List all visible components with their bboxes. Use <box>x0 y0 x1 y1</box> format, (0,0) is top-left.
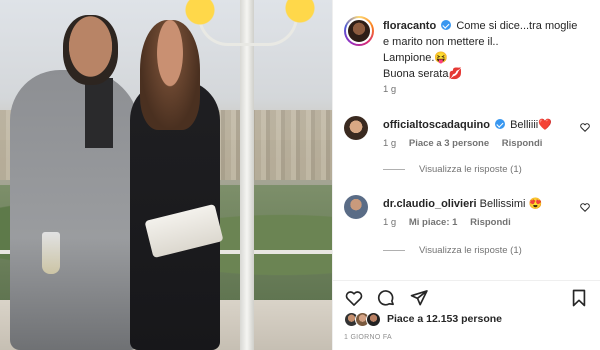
reply-button[interactable]: Rispondi <box>470 217 511 228</box>
comment-like-heart-icon[interactable] <box>579 121 591 133</box>
comment-username[interactable]: officialtoscadaquino <box>383 119 490 131</box>
comment-text: Belliiii <box>510 119 539 131</box>
photo-woman-head <box>140 20 200 130</box>
caption-time: 1 g <box>383 84 397 95</box>
avatar <box>366 312 381 327</box>
comment-username[interactable]: dr.claudio_olivieri <box>383 198 477 210</box>
view-replies-button[interactable]: Visualizza le risposte (1) <box>383 245 522 256</box>
photo-glass <box>42 232 60 274</box>
tongue-emoji: 😝 <box>434 52 449 64</box>
verified-icon <box>441 20 452 30</box>
send-icon[interactable] <box>409 288 429 308</box>
likers-avatars[interactable] <box>344 312 386 328</box>
post-date: 1 GIORNO FA <box>344 334 393 341</box>
photo-man-shirt <box>85 78 113 148</box>
commenter-avatar[interactable] <box>344 116 368 140</box>
replies-divider <box>383 169 405 170</box>
replies-divider <box>383 250 405 251</box>
kiss-emoji: 💋 <box>448 68 463 80</box>
comment-time: 1 g <box>383 217 397 228</box>
comment-meta: 1 g Mi piace: 1 Rispondi <box>383 217 521 228</box>
comment-item: dr.claudio_olivieri Bellissimi 😍 <box>383 196 573 212</box>
comment-likes-link[interactable]: Piace a 3 persone <box>409 138 489 149</box>
comment-icon[interactable] <box>376 288 396 308</box>
post-caption: floracanto Come si dice...tra moglie e m… <box>383 18 593 82</box>
bookmark-icon[interactable] <box>569 288 589 308</box>
view-replies-button[interactable]: Visualizza le risposte (1) <box>383 164 522 175</box>
verified-icon <box>495 119 506 129</box>
photo-lamp-pole <box>240 0 254 350</box>
comment-meta: 1 g Piace a 3 persone Rispondi <box>383 138 552 149</box>
comment-like-heart-icon[interactable] <box>579 201 591 213</box>
caption-line-4: Buona serata <box>383 68 449 80</box>
caption-line-1: Come si dice...tra moglie <box>456 20 578 32</box>
photo-man <box>10 70 140 350</box>
view-replies-label: Visualizza le risposte (1) <box>419 164 522 175</box>
view-replies-label: Visualizza le risposte (1) <box>419 245 522 256</box>
reply-button[interactable]: Rispondi <box>502 138 543 149</box>
comment-likes-link[interactable]: Mi piace: 1 <box>409 217 458 228</box>
likes-count[interactable]: Piace a 12.153 persone <box>387 313 502 325</box>
comment-item: officialtoscadaquino Belliiii❤️ <box>383 117 573 133</box>
heart-emoji: ❤️ <box>538 119 552 131</box>
comment-time: 1 g <box>383 138 397 149</box>
author-username[interactable]: floracanto <box>383 20 436 32</box>
photo-man-head <box>63 15 118 85</box>
heart-eyes-emoji: 😍 <box>528 198 543 210</box>
heart-icon[interactable] <box>344 288 364 308</box>
photo-lamp-lights <box>180 0 320 26</box>
commenter-avatar[interactable] <box>344 195 368 219</box>
comment-text: Bellissimi <box>479 198 526 210</box>
action-bar <box>332 280 600 310</box>
caption-line-2: e marito non mettere il.. <box>383 36 499 48</box>
post-photo[interactable] <box>0 0 332 350</box>
author-avatar[interactable] <box>344 16 374 46</box>
caption-line-3: Lampione. <box>383 52 435 64</box>
